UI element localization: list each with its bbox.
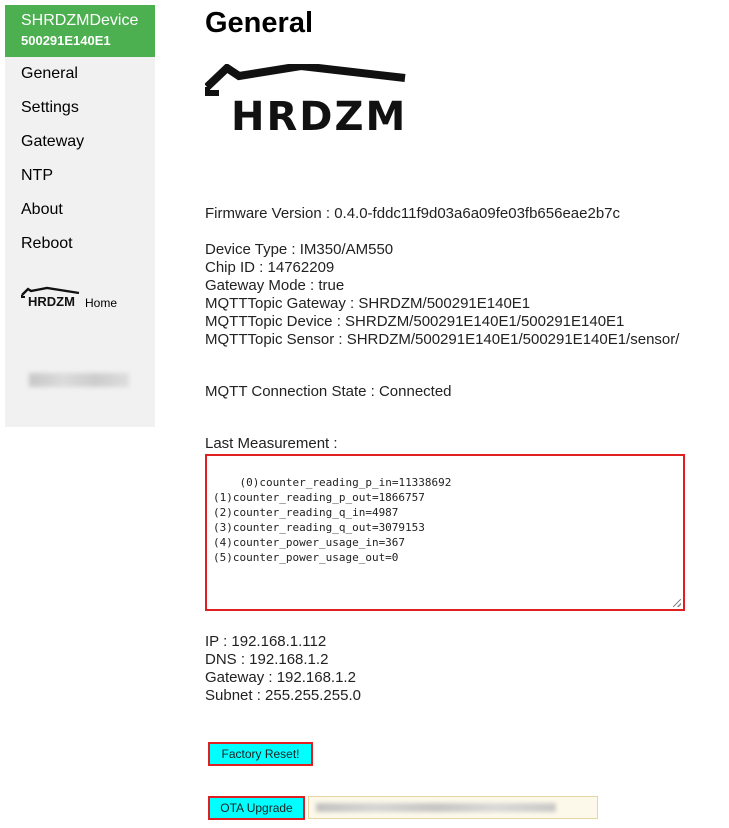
nav-item-settings[interactable]: Settings <box>5 91 155 125</box>
last-measurement-text: (0)counter_reading_p_in=11338692 (1)coun… <box>213 476 452 564</box>
page-title: General <box>205 7 313 39</box>
mqtt-topic-device: MQTTTopic Device : SHRDZM/500291E140E1/5… <box>205 313 625 330</box>
logo-text: HRDZM <box>231 94 407 134</box>
nav-item-reboot[interactable]: Reboot <box>5 227 155 261</box>
home-link[interactable]: HRDZM Home <box>21 285 117 309</box>
device-name: SHRDZMDevice <box>21 12 139 29</box>
resize-grip-icon[interactable] <box>673 599 681 607</box>
gateway-address: Gateway : 192.168.1.2 <box>205 669 356 686</box>
sidebar: SHRDZMDevice 500291E140E1 General Settin… <box>5 5 155 427</box>
ip-address: IP : 192.168.1.112 <box>205 633 327 650</box>
ota-url-input[interactable] <box>308 796 598 819</box>
nav-item-gateway[interactable]: Gateway <box>5 125 155 159</box>
blurred-credit-text <box>29 373 129 387</box>
dns-address: DNS : 192.168.1.2 <box>205 651 329 668</box>
last-measurement-textarea[interactable]: (0)counter_reading_p_in=11338692 (1)coun… <box>205 454 685 611</box>
shrdzm-logo-icon: HRDZM <box>205 64 407 134</box>
home-logo-icon: HRDZM <box>21 286 80 309</box>
device-header: SHRDZMDevice 500291E140E1 <box>5 5 155 57</box>
nav-item-ntp[interactable]: NTP <box>5 159 155 193</box>
nav-item-about[interactable]: About <box>5 193 155 227</box>
gateway-mode: Gateway Mode : true <box>205 277 345 294</box>
firmware-version: Firmware Version : 0.4.0-fddc11f9d03a6a0… <box>205 205 621 222</box>
nav-item-general[interactable]: General <box>5 57 155 91</box>
home-logo-text: HRDZM <box>28 294 75 309</box>
subnet-mask: Subnet : 255.255.255.0 <box>205 687 361 704</box>
factory-reset-button[interactable]: Factory Reset! <box>208 742 313 766</box>
device-id: 500291E140E1 <box>21 33 111 48</box>
chip-id: Chip ID : 14762209 <box>205 259 335 276</box>
mqtt-topic-sensor: MQTTTopic Sensor : SHRDZM/500291E140E1/5… <box>205 331 680 348</box>
mqtt-topic-gateway: MQTTTopic Gateway : SHRDZM/500291E140E1 <box>205 295 531 312</box>
mqtt-connection-state: MQTT Connection State : Connected <box>205 383 452 400</box>
device-type: Device Type : IM350/AM550 <box>205 241 394 258</box>
last-measurement-label: Last Measurement : <box>205 435 338 452</box>
home-label: Home <box>85 296 118 310</box>
ota-upgrade-button[interactable]: OTA Upgrade <box>208 796 305 820</box>
